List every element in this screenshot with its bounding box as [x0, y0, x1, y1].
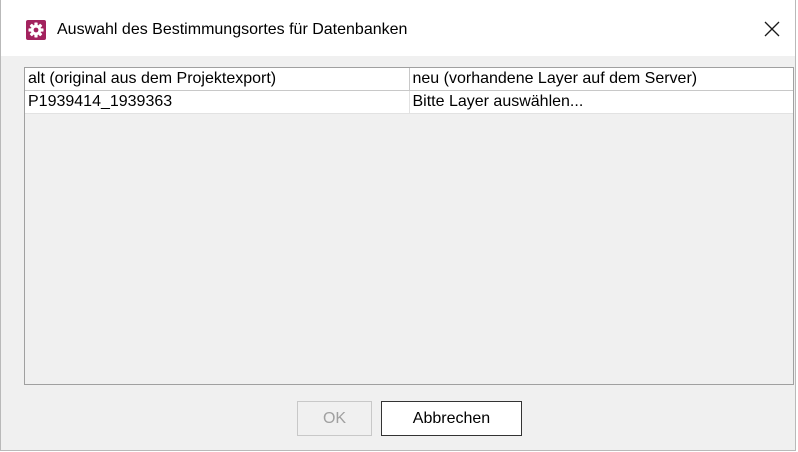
- title-bar[interactable]: Auswahl des Bestimmungsortes für Datenba…: [1, 0, 795, 56]
- close-icon: [764, 21, 780, 37]
- close-button[interactable]: [749, 6, 795, 52]
- mapping-table: alt (original aus dem Projektexport) neu…: [25, 68, 793, 114]
- button-bar: OK Abbrechen: [1, 401, 795, 437]
- gear-icon: [26, 20, 46, 40]
- table-row[interactable]: P1939414_1939363 Bitte Layer auswählen..…: [25, 90, 793, 114]
- cell-alt-layer: P1939414_1939363: [25, 90, 410, 114]
- ok-button[interactable]: OK: [297, 401, 372, 436]
- column-header-alt[interactable]: alt (original aus dem Projektexport): [25, 68, 410, 91]
- dialog-window: Auswahl des Bestimmungsortes für Datenba…: [0, 0, 796, 451]
- dialog-title: Auswahl des Bestimmungsortes für Datenba…: [57, 21, 408, 38]
- column-header-neu[interactable]: neu (vorhandene Layer auf dem Server): [409, 68, 793, 91]
- cancel-button[interactable]: Abbrechen: [381, 401, 522, 436]
- cell-neu-layer-select[interactable]: Bitte Layer auswählen...: [409, 90, 793, 114]
- table-header-row: alt (original aus dem Projektexport) neu…: [25, 68, 793, 91]
- mapping-table-panel[interactable]: alt (original aus dem Projektexport) neu…: [24, 67, 794, 385]
